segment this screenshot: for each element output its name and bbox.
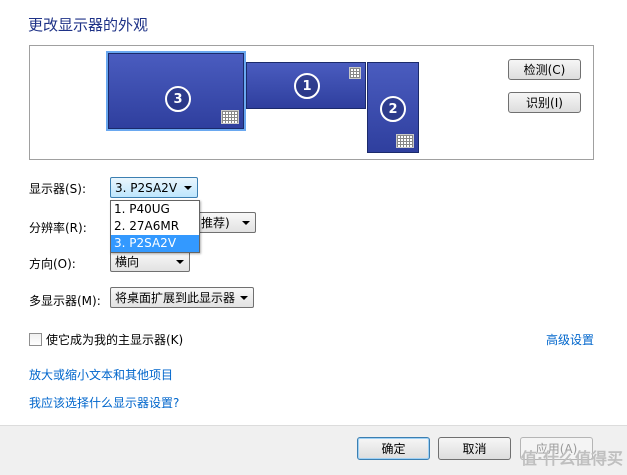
- display-dropdown-list: 1. P40UG 2. 27A6MR 3. P2SA2V: [110, 200, 200, 253]
- monitor-taskbar-icon: [349, 67, 361, 79]
- dropdown-option-27a6mr[interactable]: 2. 27A6MR: [111, 218, 199, 235]
- chevron-down-icon: [242, 221, 250, 225]
- page-title: 更改显示器的外观: [28, 16, 149, 34]
- multi-display-select-value: 将桌面扩展到此显示器: [115, 291, 236, 305]
- display-settings-help-link[interactable]: 我应该选择什么显示器设置?: [29, 394, 179, 411]
- chevron-down-icon: [184, 186, 192, 190]
- primary-display-checkbox[interactable]: [29, 333, 42, 346]
- orientation-select-value: 横向: [115, 255, 140, 269]
- display-select[interactable]: 3. P2SA2V: [110, 177, 198, 198]
- multi-display-label: 多显示器(M):: [29, 294, 101, 308]
- resolution-select-value: 推荐): [201, 216, 230, 230]
- text-size-link[interactable]: 放大或缩小文本和其他项目: [29, 366, 173, 383]
- monitor-number-badge: 2: [380, 96, 406, 122]
- dropdown-option-p40ug[interactable]: 1. P40UG: [111, 201, 199, 218]
- monitor-3[interactable]: 3: [106, 51, 246, 131]
- orientation-select[interactable]: 横向: [110, 251, 190, 272]
- display-label: 显示器(S):: [29, 182, 87, 196]
- monitor-number-badge: 3: [165, 86, 191, 112]
- detect-button[interactable]: 检测(C): [508, 59, 581, 80]
- monitor-taskbar-icon: [221, 110, 239, 124]
- monitor-2[interactable]: 2: [367, 62, 419, 153]
- monitor-1[interactable]: 1: [246, 62, 366, 109]
- chevron-down-icon: [176, 260, 184, 264]
- identify-button[interactable]: 识别(I): [508, 92, 581, 113]
- monitor-taskbar-icon: [396, 134, 414, 148]
- resolution-label: 分辨率(R):: [29, 221, 87, 235]
- advanced-settings-link[interactable]: 高级设置: [546, 331, 594, 348]
- dropdown-option-p2sa2v[interactable]: 3. P2SA2V: [111, 235, 199, 252]
- watermark-text: 值·什么值得买: [520, 449, 623, 468]
- monitor-number-badge: 1: [294, 73, 320, 99]
- chevron-down-icon: [240, 296, 248, 300]
- orientation-label: 方向(O):: [29, 257, 76, 271]
- ok-button[interactable]: 确定: [357, 437, 430, 460]
- primary-display-label: 使它成为我的主显示器(K): [46, 333, 184, 347]
- multi-display-select[interactable]: 将桌面扩展到此显示器: [110, 287, 254, 308]
- display-select-value: 3. P2SA2V: [115, 180, 178, 195]
- cancel-button[interactable]: 取消: [438, 437, 511, 460]
